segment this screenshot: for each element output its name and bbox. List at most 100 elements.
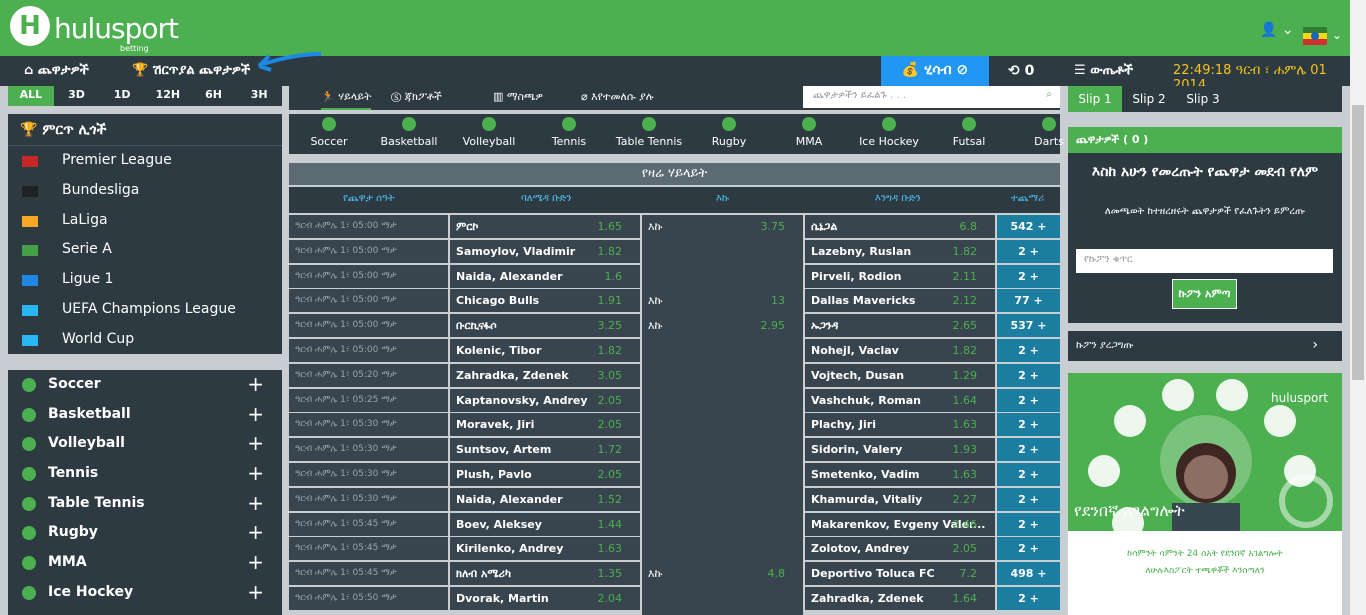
more-markets-button[interactable]: 2 +: [997, 239, 1060, 263]
sportsbar-item[interactable]: Soccer: [289, 114, 369, 154]
home-odd-button[interactable]: Naida, Alexander 1.6: [450, 264, 640, 288]
sportsbar-item[interactable]: Tennis: [529, 114, 609, 154]
draw-odd-button[interactable]: እኩ 4.8: [642, 562, 803, 586]
more-markets-button[interactable]: 2 +: [997, 537, 1060, 561]
home-odd-button[interactable]: Kirilenko, Andrey 1.63: [450, 537, 640, 561]
plus-icon[interactable]: +: [247, 548, 264, 578]
sport-item[interactable]: MMA +: [8, 548, 282, 578]
away-odd-button[interactable]: ሴኔጋል 6.8: [805, 215, 995, 238]
home-odd-button[interactable]: Plush, Pavlo 2.05: [450, 463, 640, 486]
sport-item[interactable]: Table Tennis +: [8, 489, 282, 519]
draw-odd-button[interactable]: እኩ 13: [642, 289, 803, 313]
away-odd-button[interactable]: Zolotov, Andrey 2.05: [805, 537, 995, 561]
sport-item[interactable]: Rugby +: [8, 518, 282, 548]
coupon-input[interactable]: የኩፖን ቁጥር: [1076, 249, 1333, 273]
tab-stats[interactable]: ▥ ማስጫዎ: [493, 90, 543, 104]
logo[interactable]: H hulusport betting: [10, 6, 179, 53]
home-odd-button[interactable]: Boev, Aleksey 1.44: [450, 512, 640, 536]
chevron-down-icon[interactable]: ⌄: [1332, 28, 1342, 42]
plus-icon[interactable]: +: [247, 400, 264, 430]
nav-special[interactable]: 🏆 ሽርጥያል ጨዋታዎች: [132, 63, 250, 78]
sportsbar-item[interactable]: Futsal: [929, 114, 1009, 154]
plus-icon[interactable]: +: [247, 370, 264, 400]
search-icon[interactable]: ⌕: [1046, 89, 1052, 100]
slip-tab-2[interactable]: Slip 2: [1122, 86, 1176, 112]
away-odd-button[interactable]: Nohejl, Vaclav 1.82: [805, 339, 995, 362]
results-button[interactable]: ☰ ውጤቶች: [1074, 63, 1133, 78]
sportsbar-item[interactable]: MMA: [769, 114, 849, 154]
more-markets-button[interactable]: 2 +: [997, 363, 1060, 387]
period-3h[interactable]: 3H: [236, 86, 282, 106]
league-item[interactable]: UEFA Champions League: [8, 295, 282, 325]
more-markets-button[interactable]: 2 +: [997, 264, 1060, 288]
league-item[interactable]: Ligue 1: [8, 265, 282, 295]
nav-home[interactable]: ⌂ ጨዋታዎች: [24, 63, 89, 78]
home-odd-button[interactable]: Suntsov, Artem 1.72: [450, 438, 640, 462]
slip-tab-3[interactable]: Slip 3: [1176, 86, 1230, 112]
history-button[interactable]: ⟲ 0: [1008, 63, 1034, 79]
league-item[interactable]: World Cup: [8, 325, 282, 355]
home-odd-button[interactable]: Naida, Alexander 1.52: [450, 487, 640, 511]
sportsbar-item[interactable]: Volleyball: [449, 114, 529, 154]
more-markets-button[interactable]: 77 +: [997, 289, 1060, 313]
home-odd-button[interactable]: ምርኮ 1.65: [450, 215, 640, 238]
home-odd-button[interactable]: ቡርኪናፋሶ 3.25: [450, 314, 640, 338]
plus-icon[interactable]: +: [247, 429, 264, 459]
balance-button[interactable]: 💰 ሂሳብ ⊘: [881, 56, 989, 86]
home-odd-button[interactable]: Zahradka, Zdenek 3.05: [450, 363, 640, 387]
sport-item[interactable]: Ice Hockey +: [8, 578, 282, 608]
sport-item[interactable]: Soccer +: [8, 370, 282, 400]
away-odd-button[interactable]: Pirveli, Rodion 2.11: [805, 264, 995, 288]
more-markets-button[interactable]: 2 +: [997, 512, 1060, 536]
support-ad[interactable]: የደንበኛ አገልግሎት hulusport ከሳምንት ሳምንት 24 ሰአት…: [1068, 373, 1342, 615]
more-markets-button[interactable]: 2 +: [997, 413, 1060, 437]
away-odd-button[interactable]: Sidorin, Valery 1.93: [805, 438, 995, 462]
sportsbar-item[interactable]: Basketball: [369, 114, 449, 154]
away-odd-button[interactable]: Khamurda, Vitaliy 2.27: [805, 487, 995, 511]
home-odd-button[interactable]: Kolenic, Tibor 1.82: [450, 339, 640, 362]
sport-item[interactable]: Volleyball +: [8, 429, 282, 459]
sport-item[interactable]: Tennis +: [8, 459, 282, 489]
language-flag-icon[interactable]: [1303, 27, 1327, 45]
league-item[interactable]: Premier League: [8, 146, 282, 176]
home-odd-button[interactable]: Samoylov, Vladimir 1.82: [450, 239, 640, 263]
search-input[interactable]: ጨዋታዎችን ይፈልጉ . . . ⌕: [803, 86, 1060, 108]
plus-icon[interactable]: +: [247, 489, 264, 519]
away-odd-button[interactable]: Plachy, Jiri 1.63: [805, 413, 995, 437]
away-odd-button[interactable]: Smetenko, Vadim 1.63: [805, 463, 995, 486]
check-coupon[interactable]: ኩፖን ያረጋግጡ ›: [1068, 331, 1342, 361]
home-odd-button[interactable]: Moravek, Jiri 2.05: [450, 413, 640, 437]
scrollbar-thumb[interactable]: [1352, 105, 1364, 380]
period-3d[interactable]: 3D: [54, 86, 100, 106]
league-item[interactable]: LaLiga: [8, 206, 282, 236]
away-odd-button[interactable]: ኡጋንዳ 2.65: [805, 314, 995, 338]
home-odd-button[interactable]: Chicago Bulls 1.91: [450, 289, 640, 313]
period-12h[interactable]: 12H: [145, 86, 191, 106]
home-odd-button[interactable]: ክለብ አሜሪካ 1.35: [450, 562, 640, 586]
sportsbar-item[interactable]: Table Tennis: [609, 114, 689, 154]
tab-jackpots[interactable]: Ⓢ ጃክፖቶች: [391, 90, 442, 104]
period-1d[interactable]: 1D: [99, 86, 145, 106]
tab-upcoming[interactable]: ⌀ እየተመለሱ ያሉ: [581, 90, 654, 104]
away-odd-button[interactable]: Vashchuk, Roman 1.64: [805, 388, 995, 412]
more-markets-button[interactable]: 542 +: [997, 215, 1060, 238]
more-markets-button[interactable]: 498 +: [997, 562, 1060, 586]
draw-odd-button[interactable]: እኩ 2.95: [642, 314, 803, 338]
more-markets-button[interactable]: 537 +: [997, 314, 1060, 338]
more-markets-button[interactable]: 2 +: [997, 487, 1060, 511]
away-odd-button[interactable]: Vojtech, Dusan 1.29: [805, 363, 995, 387]
plus-icon[interactable]: +: [247, 518, 264, 548]
league-item[interactable]: Bundesliga: [8, 176, 282, 206]
away-odd-button[interactable]: Dallas Mavericks 2.12: [805, 289, 995, 313]
more-markets-button[interactable]: 2 +: [997, 463, 1060, 486]
tab-highlights[interactable]: 🏃 ሃይላይት: [321, 90, 372, 110]
league-item[interactable]: Serie A: [8, 235, 282, 265]
home-odd-button[interactable]: Kaptanovsky, Andrey 2.05: [450, 388, 640, 412]
more-markets-button[interactable]: 2 +: [997, 388, 1060, 412]
more-markets-button[interactable]: 2 +: [997, 438, 1060, 462]
away-odd-button[interactable]: Deportivo Toluca FC 7.2: [805, 562, 995, 586]
plus-icon[interactable]: +: [247, 459, 264, 489]
away-odd-button[interactable]: Lazebny, Ruslan 1.82: [805, 239, 995, 263]
slip-tab-1[interactable]: Slip 1: [1068, 86, 1122, 112]
plus-icon[interactable]: +: [247, 578, 264, 608]
